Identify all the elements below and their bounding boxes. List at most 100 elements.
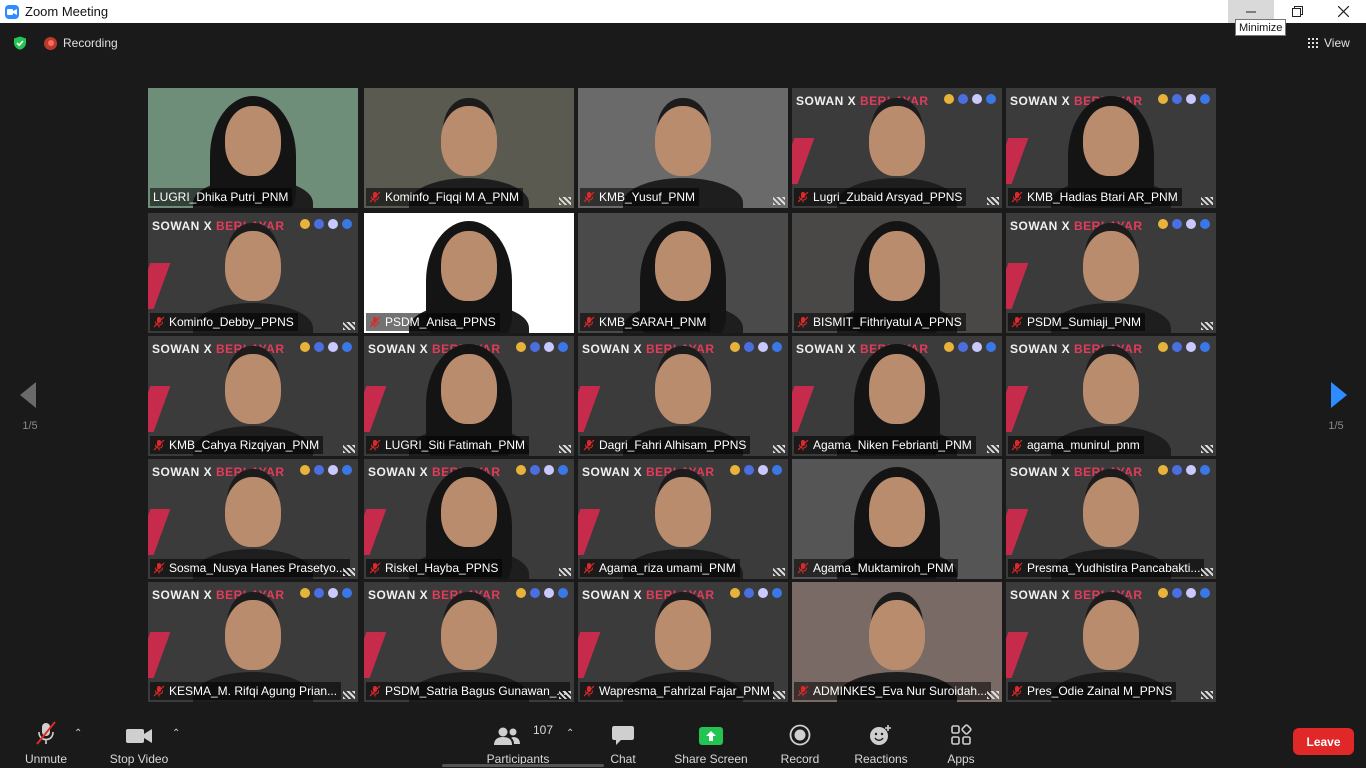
video-camera-icon xyxy=(126,729,152,743)
participant-video-tile[interactable]: SOWAN X BERLAYAR KESMA_M. Rifqi Agung Pri… xyxy=(148,582,358,702)
participant-name: ADMINKES_Eva Nur Suroidah... xyxy=(813,684,988,698)
participant-name: KMB_Cahya Rizqiyan_PNM xyxy=(169,438,320,452)
connection-signal-icon xyxy=(343,691,355,699)
participant-name-tag: Dagri_Fahri Alhisam_PPNS xyxy=(580,436,751,454)
participant-name: Dagri_Fahri Alhisam_PPNS xyxy=(599,438,747,452)
previous-page-arrow-icon[interactable] xyxy=(14,380,44,410)
connection-signal-icon xyxy=(987,197,999,205)
muted-mic-icon xyxy=(583,685,595,697)
muted-mic-icon xyxy=(797,685,809,697)
participant-video-tile[interactable]: SOWAN X BERLAYAR Agama_riza umami_PNM xyxy=(578,459,788,579)
participant-video-tile[interactable]: SOWAN X BERLAYAR Lugri_Zubaid Arsyad_PPNS xyxy=(792,88,1002,208)
participant-video-tile[interactable]: SOWAN X BERLAYAR agama_munirul_pnm xyxy=(1006,336,1216,456)
chat-bubble-icon xyxy=(612,726,634,745)
banner-logo-icons xyxy=(1158,219,1210,229)
video-options-caret-icon[interactable]: ⌃ xyxy=(172,728,180,739)
participant-video-tile[interactable]: SOWAN X BERLAYARLUGRI_Siti Fatimah_PNM xyxy=(364,336,574,456)
share-screen-icon xyxy=(699,727,723,745)
next-page-arrow-icon[interactable] xyxy=(1323,380,1353,410)
leave-button[interactable]: Leave xyxy=(1293,728,1354,755)
connection-signal-icon xyxy=(773,197,785,205)
banner-logo-icons xyxy=(516,465,568,475)
participant-name-tag: Wapresma_Fahrizal Fajar_PNM xyxy=(580,682,774,700)
participant-video-tile[interactable]: SOWAN X BERLAYAR Pres_Odie Zainal M_PPNS xyxy=(1006,582,1216,702)
participants-icon xyxy=(494,727,520,745)
participant-video-tile[interactable]: ADMINKES_Eva Nur Suroidah... xyxy=(792,582,1002,702)
apps-button[interactable]: Apps xyxy=(942,712,980,768)
grid-view-icon xyxy=(1308,38,1318,48)
participant-face xyxy=(655,600,711,670)
recording-label: Recording xyxy=(63,36,118,50)
participant-face xyxy=(1083,106,1139,176)
participant-video-tile[interactable]: Agama_Muktamiroh_PNM xyxy=(792,459,1002,579)
participant-video-tile[interactable]: BISMIT_Fithriyatul A_PPNS xyxy=(792,213,1002,333)
muted-mic-icon xyxy=(369,685,381,697)
participant-face xyxy=(1083,354,1139,424)
security-shield-icon[interactable] xyxy=(13,36,27,50)
participant-video-tile[interactable]: SOWAN X BERLAYAR Wapresma_Fahrizal Fajar_… xyxy=(578,582,788,702)
view-button[interactable]: View xyxy=(1308,36,1350,50)
participant-face xyxy=(655,477,711,547)
participant-name-tag: Presma_Yudhistira Pancabakti... xyxy=(1008,559,1205,577)
share-screen-button[interactable]: Share Screen xyxy=(674,712,748,768)
participant-video-tile[interactable]: SOWAN X BERLAYARAgama_Niken Febrianti_PN… xyxy=(792,336,1002,456)
participant-name-tag: KMB_SARAH_PNM xyxy=(580,313,711,331)
record-button[interactable]: Record xyxy=(778,712,822,768)
participant-video-tile[interactable]: SOWAN X BERLAYAR Sosma_Nusya Hanes Praset… xyxy=(148,459,358,579)
muted-mic-icon xyxy=(153,685,165,697)
muted-mic-icon xyxy=(153,562,165,574)
participant-name-tag: BISMIT_Fithriyatul A_PPNS xyxy=(794,313,966,331)
connection-signal-icon xyxy=(773,691,785,699)
banner-logo-icons xyxy=(730,588,782,598)
banner-logo-icons xyxy=(516,588,568,598)
participants-options-caret-icon[interactable]: ⌃ xyxy=(566,728,574,739)
toolbar-handle xyxy=(442,764,604,767)
participant-face xyxy=(441,600,497,670)
participant-video-tile[interactable]: SOWAN X BERLAYAR KMB_Cahya Rizqiyan_PNM xyxy=(148,336,358,456)
virtual-background-banner: SOWAN X BERLAYAR xyxy=(152,465,285,479)
connection-signal-icon xyxy=(559,568,571,576)
connection-signal-icon xyxy=(1201,322,1213,330)
video-gallery: LUGRI_Dhika Putri_PNM Kominfo_Fiqqi M A_P… xyxy=(148,88,1218,702)
muted-mic-icon xyxy=(369,191,381,203)
muted-mic-icon xyxy=(1011,316,1023,328)
chat-label: Chat xyxy=(610,752,636,766)
virtual-background-banner: SOWAN X BERLAYAR xyxy=(152,588,285,602)
participant-video-tile[interactable]: SOWAN X BERLAYAR Presma_Yudhistira Pancab… xyxy=(1006,459,1216,579)
muted-mic-icon xyxy=(583,316,595,328)
participant-name: PSDM_Anisa_PPNS xyxy=(385,315,496,329)
participant-name: agama_munirul_pnm xyxy=(1027,438,1140,452)
participant-video-tile[interactable]: LUGRI_Dhika Putri_PNM xyxy=(148,88,358,208)
connection-signal-icon xyxy=(1201,691,1213,699)
banner-logo-icons xyxy=(516,342,568,352)
unmute-label: Unmute xyxy=(24,752,68,766)
participant-video-tile[interactable]: SOWAN X BERLAYAR PSDM_Satria Bagus Gunawa… xyxy=(364,582,574,702)
recording-indicator[interactable]: Recording xyxy=(44,36,118,50)
participant-video-tile[interactable]: KMB_SARAH_PNM xyxy=(578,213,788,333)
connection-signal-icon xyxy=(1201,568,1213,576)
participant-video-tile[interactable]: Kominfo_Fiqqi M A_PNM xyxy=(364,88,574,208)
participant-face xyxy=(655,354,711,424)
unmute-button[interactable]: Unmute xyxy=(18,712,74,768)
chat-button[interactable]: Chat xyxy=(602,712,644,768)
muted-mic-icon xyxy=(369,316,381,328)
connection-signal-icon xyxy=(559,691,571,699)
participant-video-tile[interactable]: PSDM_Anisa_PPNS xyxy=(364,213,574,333)
participant-video-tile[interactable]: SOWAN X BERLAYARRiskel_Hayba_PPNS xyxy=(364,459,574,579)
participants-button[interactable]: Participants xyxy=(484,712,552,768)
audio-options-caret-icon[interactable]: ⌃ xyxy=(74,728,82,739)
reactions-label: Reactions xyxy=(854,752,908,766)
participant-name: Sosma_Nusya Hanes Prasetyo... xyxy=(169,561,346,575)
participant-video-tile[interactable]: SOWAN X BERLAYARKMB_Hadias Btari AR_PNM xyxy=(1006,88,1216,208)
participant-video-tile[interactable]: SOWAN X BERLAYAR Kominfo_Debby_PPNS xyxy=(148,213,358,333)
virtual-background-banner: SOWAN X BERLAYAR xyxy=(582,588,715,602)
participant-video-tile[interactable]: SOWAN X BERLAYAR Dagri_Fahri Alhisam_PPNS xyxy=(578,336,788,456)
stop-video-button[interactable]: Stop Video xyxy=(106,712,172,768)
close-button[interactable] xyxy=(1320,0,1366,23)
participant-face xyxy=(441,477,497,547)
banner-logo-icons xyxy=(730,465,782,475)
participant-video-tile[interactable]: SOWAN X BERLAYAR PSDM_Sumiaji_PNM xyxy=(1006,213,1216,333)
participant-video-tile[interactable]: KMB_Yusuf_PNM xyxy=(578,88,788,208)
banner-logo-icons xyxy=(300,219,352,229)
reactions-button[interactable]: Reactions xyxy=(852,712,910,768)
